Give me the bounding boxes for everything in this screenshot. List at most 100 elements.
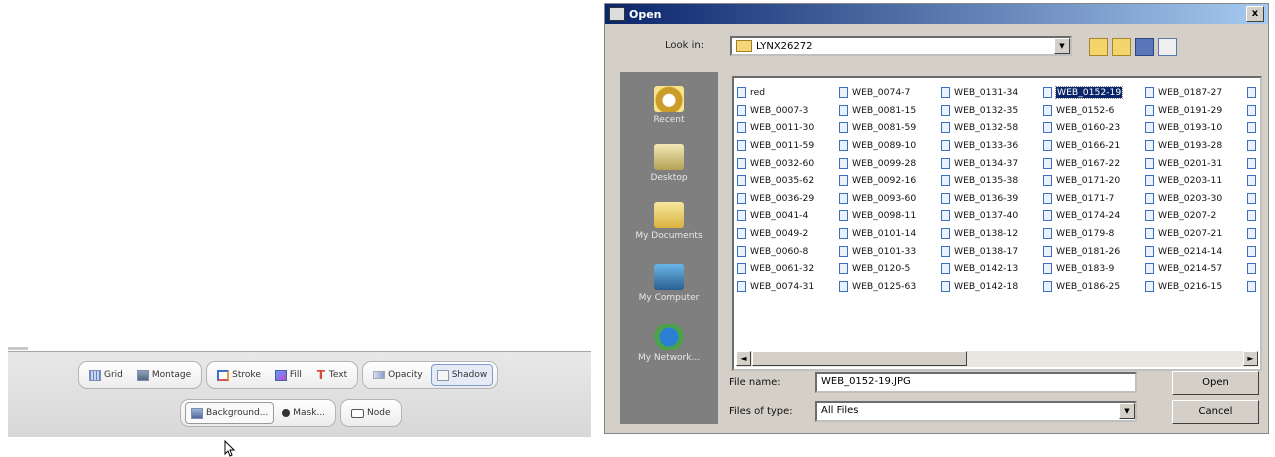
montage-button[interactable]: Montage (131, 364, 197, 386)
close-button[interactable]: x (1246, 6, 1264, 22)
file-item[interactable]: WEB_0099-28 (839, 154, 941, 172)
file-item[interactable]: WEB_0007-3 (737, 102, 839, 120)
mask-button[interactable]: Mask... (276, 402, 331, 424)
file-item[interactable]: WEB_0142-13 (941, 260, 1043, 278)
file-item[interactable]: WEB_0136-39 (941, 190, 1043, 208)
chevron-down-icon[interactable]: ▼ (1119, 403, 1135, 419)
file-item[interactable]: WEB_0011-30 (737, 119, 839, 137)
file-item[interactable]: WEB_0131-34 (941, 84, 1043, 102)
file-item[interactable]: WEB_0160-23 (1043, 119, 1145, 137)
file-item[interactable]: WEB_0074-31 (737, 278, 839, 296)
view-list-icon[interactable] (1135, 38, 1154, 56)
file-item[interactable]: WEB_0125-63 (839, 278, 941, 296)
file-item[interactable]: WEB_0089-10 (839, 137, 941, 155)
file-item[interactable]: WEB_0138-12 (941, 225, 1043, 243)
file-item[interactable]: WEB_0193-10 (1145, 119, 1247, 137)
dialog-titlebar[interactable]: Open x (605, 4, 1268, 24)
file-item[interactable]: WEB_0135-38 (941, 172, 1043, 190)
open-button[interactable]: Open (1172, 371, 1259, 395)
file-item[interactable]: WEB_0214-14 (1145, 242, 1247, 260)
file-item[interactable]: WEB_0060-8 (737, 242, 839, 260)
file-list[interactable]: red WEB_0074-7 WEB_0131-34 WEB_0152-19 WEB_0… (732, 76, 1262, 371)
file-item[interactable]: WEB_0171-20 (1043, 172, 1145, 190)
file-item[interactable]: WEB_0061-32 (737, 260, 839, 278)
file-item[interactable]: WEB_0207-2 (1145, 207, 1247, 225)
file-item[interactable]: WEB_0216-15 (1145, 278, 1247, 296)
file-item-truncated[interactable] (1247, 225, 1260, 243)
file-item[interactable]: WEB_0101-33 (839, 242, 941, 260)
file-item-truncated[interactable] (1247, 119, 1260, 137)
file-item-truncated[interactable] (1247, 154, 1260, 172)
file-item[interactable]: WEB_0214-57 (1145, 260, 1247, 278)
file-item-truncated[interactable] (1247, 137, 1260, 155)
file-item-truncated[interactable] (1247, 190, 1260, 208)
file-item[interactable]: WEB_0035-62 (737, 172, 839, 190)
chevron-down-icon[interactable]: ▼ (1054, 38, 1070, 54)
file-item[interactable]: WEB_0092-16 (839, 172, 941, 190)
place-my-network[interactable]: My Network... (620, 324, 718, 363)
view-menu-icon[interactable] (1158, 38, 1177, 56)
scroll-left-icon[interactable]: ◄ (736, 351, 751, 366)
new-folder-icon[interactable] (1112, 38, 1131, 56)
file-item[interactable]: WEB_0081-15 (839, 102, 941, 120)
scroll-thumb[interactable] (752, 351, 967, 366)
place-my-computer[interactable]: My Computer (620, 264, 718, 303)
place-recent[interactable]: Recent (620, 86, 718, 125)
file-item[interactable]: WEB_0032-60 (737, 154, 839, 172)
file-item-truncated[interactable] (1247, 278, 1260, 296)
file-item[interactable]: WEB_0167-22 (1043, 154, 1145, 172)
file-item[interactable]: WEB_0132-58 (941, 119, 1043, 137)
file-item[interactable]: WEB_0201-31 (1145, 154, 1247, 172)
file-item[interactable]: WEB_0132-35 (941, 102, 1043, 120)
text-button[interactable]: T Text (310, 364, 353, 386)
horizontal-scrollbar[interactable]: ◄ ► (736, 351, 1258, 367)
file-item[interactable]: WEB_0152-19 (1043, 84, 1145, 102)
file-item[interactable]: WEB_0193-28 (1145, 137, 1247, 155)
look-in-dropdown[interactable]: LYNX26272 ▼ (730, 36, 1072, 56)
file-item[interactable]: WEB_0081-59 (839, 119, 941, 137)
file-item[interactable]: WEB_0101-14 (839, 225, 941, 243)
file-item[interactable]: WEB_0134-37 (941, 154, 1043, 172)
file-item[interactable]: WEB_0093-60 (839, 190, 941, 208)
file-item[interactable]: WEB_0074-7 (839, 84, 941, 102)
file-item[interactable]: WEB_0152-6 (1043, 102, 1145, 120)
file-item[interactable]: WEB_0191-29 (1145, 102, 1247, 120)
file-item-truncated[interactable] (1247, 207, 1260, 225)
place-desktop[interactable]: Desktop (620, 144, 718, 183)
scroll-right-icon[interactable]: ► (1243, 351, 1258, 366)
file-item[interactable]: red (737, 84, 839, 102)
file-item[interactable]: WEB_0174-24 (1043, 207, 1145, 225)
file-item-truncated[interactable] (1247, 242, 1260, 260)
file-item-truncated[interactable] (1247, 260, 1260, 278)
file-item[interactable]: WEB_0011-59 (737, 137, 839, 155)
file-item[interactable]: WEB_0181-26 (1043, 242, 1145, 260)
file-item[interactable]: WEB_0098-11 (839, 207, 941, 225)
file-item[interactable]: WEB_0120-5 (839, 260, 941, 278)
shadow-button[interactable]: Shadow (430, 364, 494, 386)
file-item[interactable]: WEB_0041-4 (737, 207, 839, 225)
file-item-truncated[interactable] (1247, 84, 1260, 102)
cancel-button[interactable]: Cancel (1172, 400, 1259, 424)
stroke-button[interactable]: Stroke (211, 364, 267, 386)
up-folder-icon[interactable] (1089, 38, 1108, 56)
file-item[interactable]: WEB_0183-9 (1043, 260, 1145, 278)
file-item-truncated[interactable] (1247, 172, 1260, 190)
file-item[interactable]: WEB_0036-29 (737, 190, 839, 208)
file-item[interactable]: WEB_0203-11 (1145, 172, 1247, 190)
file-item[interactable]: WEB_0166-21 (1043, 137, 1145, 155)
file-item[interactable]: WEB_0138-17 (941, 242, 1043, 260)
file-item[interactable]: WEB_0142-18 (941, 278, 1043, 296)
file-item[interactable]: WEB_0049-2 (737, 225, 839, 243)
files-of-type-dropdown[interactable]: All Files ▼ (815, 401, 1137, 422)
file-item[interactable]: WEB_0171-7 (1043, 190, 1145, 208)
place-my-documents[interactable]: My Documents (620, 202, 718, 241)
file-item[interactable]: WEB_0186-25 (1043, 278, 1145, 296)
file-item[interactable]: WEB_0207-21 (1145, 225, 1247, 243)
file-item[interactable]: WEB_0187-27 (1145, 84, 1247, 102)
file-item[interactable]: WEB_0133-36 (941, 137, 1043, 155)
file-name-field[interactable]: WEB_0152-19.JPG (815, 372, 1137, 393)
file-item[interactable]: WEB_0179-8 (1043, 225, 1145, 243)
fill-button[interactable]: Fill (269, 364, 308, 386)
grid-button[interactable]: Grid (83, 364, 129, 386)
file-item-truncated[interactable] (1247, 102, 1260, 120)
